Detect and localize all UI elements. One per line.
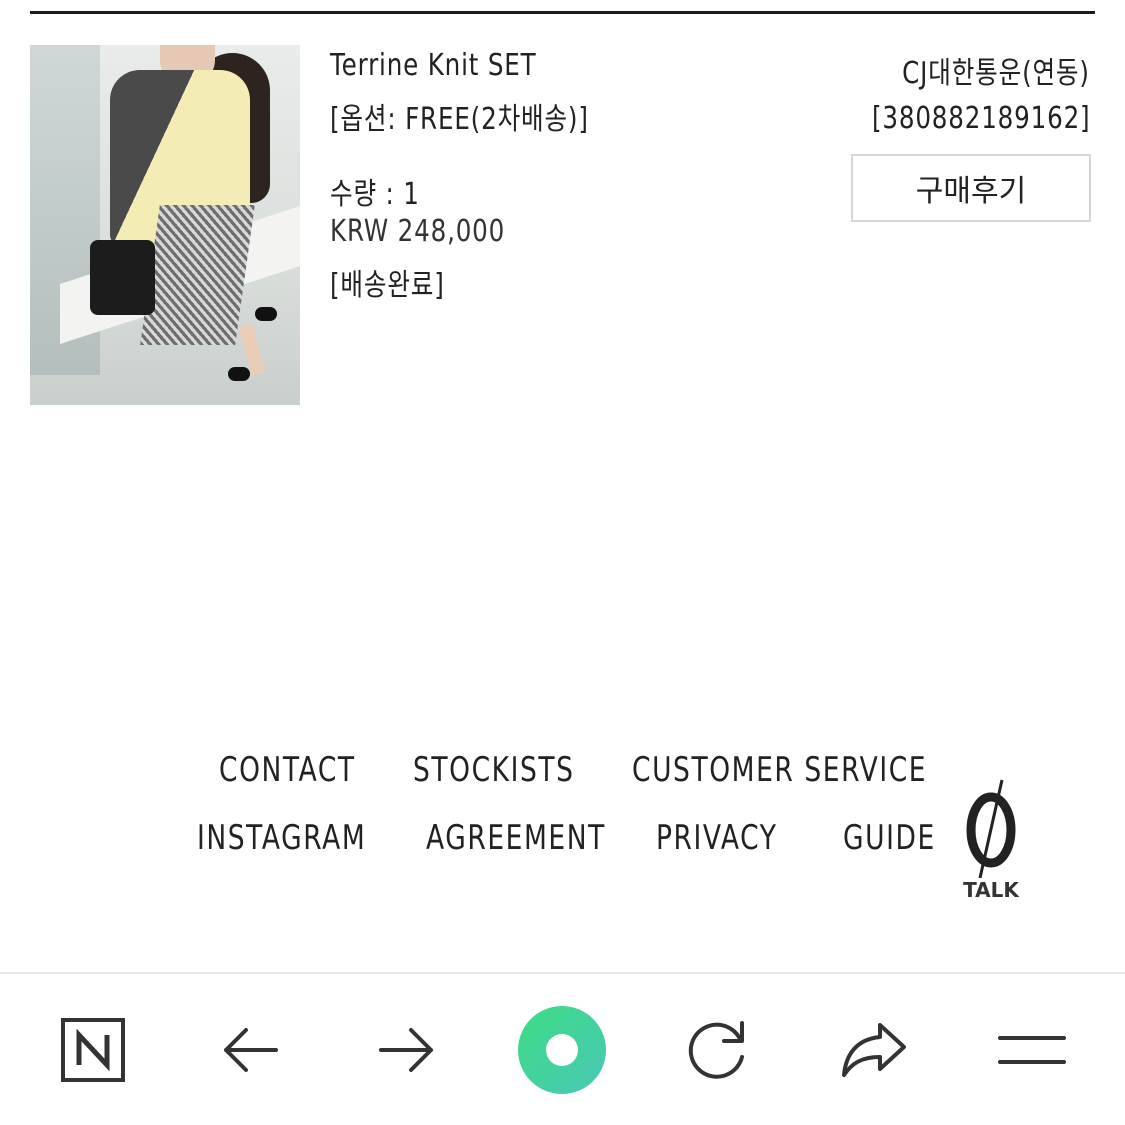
- footer-link-agreement[interactable]: AGREEMENT: [426, 818, 606, 858]
- back-arrow-icon: [224, 1028, 278, 1072]
- product-thumbnail[interactable]: [30, 45, 300, 405]
- naver-home-button[interactable]: [48, 1005, 138, 1095]
- back-button[interactable]: [205, 1005, 295, 1095]
- product-option: [옵션: FREE(2차배송)]: [330, 102, 589, 137]
- refresh-button[interactable]: [673, 1005, 763, 1095]
- talk-label: TALK: [963, 878, 1019, 902]
- share-icon: [842, 1023, 906, 1077]
- naver-home-icon: [61, 1018, 125, 1082]
- menu-icon: [998, 1036, 1066, 1064]
- footer-link-stockists[interactable]: STOCKISTS: [413, 750, 575, 790]
- menu-button[interactable]: [987, 1005, 1077, 1095]
- footer-link-contact[interactable]: CONTACT: [219, 750, 356, 790]
- footer-link-guide[interactable]: GUIDE: [843, 818, 936, 858]
- green-circle-icon: [518, 1006, 606, 1094]
- product-name[interactable]: Terrine Knit SET: [330, 48, 536, 83]
- delivery-status: [배송완료]: [330, 268, 445, 303]
- browser-bar-divider: [0, 972, 1125, 974]
- refresh-icon: [688, 1021, 744, 1079]
- share-button[interactable]: [830, 1005, 920, 1095]
- tracking-number[interactable]: [380882189162]: [872, 101, 1090, 136]
- talk-chat-button[interactable]: TALK: [958, 778, 1024, 908]
- footer-link-customer-service[interactable]: CUSTOMER SERVICE: [632, 750, 927, 790]
- product-price: KRW 248,000: [330, 214, 506, 249]
- forward-button[interactable]: [362, 1005, 452, 1095]
- talk-logo-icon: [966, 779, 1016, 879]
- shipping-carrier: CJ대한통운(연동): [902, 56, 1090, 91]
- top-divider: [30, 11, 1095, 14]
- footer-link-privacy[interactable]: PRIVACY: [656, 818, 778, 858]
- forward-arrow-icon: [379, 1028, 433, 1072]
- footer-link-instagram[interactable]: INSTAGRAM: [197, 818, 366, 858]
- write-review-button[interactable]: 구매후기: [851, 154, 1091, 222]
- product-quantity: 수량 : 1: [330, 177, 420, 212]
- green-dot-button[interactable]: [517, 1005, 607, 1095]
